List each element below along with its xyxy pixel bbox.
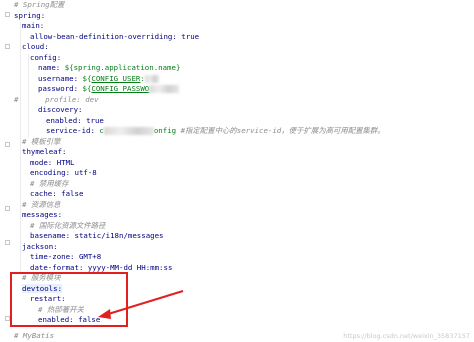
code-line: password: ${CONFIG_PASSWO bbox=[38, 84, 180, 95]
redacted-text bbox=[144, 74, 159, 83]
yaml-key: password: bbox=[38, 84, 79, 93]
yaml-key: jackson: bbox=[22, 241, 58, 251]
env-variable-link[interactable]: CONFIG_USER bbox=[91, 74, 140, 83]
comment: # MyBatis bbox=[14, 331, 55, 340]
yaml-key: time-zone: bbox=[30, 252, 75, 261]
fold-marker[interactable] bbox=[5, 206, 10, 211]
code-line: name: ${spring.application.name} bbox=[38, 63, 180, 74]
comment: # 资源信息 bbox=[22, 199, 61, 209]
code-line: main: bbox=[22, 21, 44, 32]
comment: # profile: dev bbox=[14, 94, 99, 104]
code-line: # 国际化资源文件路径 bbox=[30, 221, 105, 232]
yaml-value: true bbox=[86, 115, 104, 125]
watermark: https://blog.csdn.net/weixin_35837157 bbox=[343, 332, 470, 340]
code-line: thymeleaf: bbox=[22, 147, 67, 158]
comment: # 禁用缓存 bbox=[30, 178, 69, 188]
yaml-key: cloud: bbox=[22, 42, 49, 51]
yaml-value: GMT+8 bbox=[78, 252, 102, 261]
yaml-key: name: bbox=[38, 63, 61, 72]
yaml-key: thymeleaf: bbox=[22, 147, 67, 156]
comment: #指定配置中心的service-id，便于扩展为高可用配置集群。 bbox=[180, 126, 385, 135]
yaml-value: onfig bbox=[153, 126, 177, 135]
code-line: jackson: bbox=[22, 242, 58, 253]
fold-marker[interactable] bbox=[5, 44, 10, 49]
code-line: cloud: bbox=[22, 42, 49, 53]
yaml-key: basename: bbox=[30, 231, 71, 240]
yaml-key: messages: bbox=[22, 210, 63, 219]
code-line: username: ${CONFIG_USER: bbox=[38, 74, 159, 85]
code-line: # profile: dev bbox=[14, 95, 99, 106]
yaml-key: mode: bbox=[30, 157, 53, 167]
yaml-key: main: bbox=[22, 21, 45, 30]
code-line: allow-bean-definition-overriding: true bbox=[30, 32, 199, 43]
redacted-text bbox=[103, 127, 154, 135]
code-line: discovery: bbox=[38, 105, 83, 116]
yaml-key: enabled: bbox=[46, 115, 82, 125]
code-line: # MyBatis bbox=[14, 331, 54, 342]
yaml-key: service-id: bbox=[46, 126, 95, 135]
code-line: encoding: utf-8 bbox=[30, 168, 97, 179]
yaml-value: ${spring.application.name} bbox=[64, 63, 181, 72]
highlight-box bbox=[10, 272, 128, 327]
yaml-value: HTML bbox=[56, 157, 75, 167]
code-line: spring: bbox=[14, 11, 45, 22]
yaml-value: false bbox=[61, 189, 84, 198]
comment: # 模板引擎 bbox=[22, 136, 61, 146]
yaml-key: cache: bbox=[30, 189, 57, 198]
code-line: time-zone: GMT+8 bbox=[30, 252, 101, 263]
yaml-key: date-format: bbox=[30, 262, 84, 272]
code-line: cache: false bbox=[30, 189, 83, 200]
code-line: # 禁用缓存 bbox=[30, 179, 68, 190]
code-line: enabled: true bbox=[46, 116, 104, 127]
code-line: # Spring配置 bbox=[14, 0, 64, 11]
code-line: mode: HTML bbox=[30, 158, 75, 169]
yaml-key: spring: bbox=[14, 10, 46, 20]
fold-marker[interactable] bbox=[5, 240, 10, 245]
fold-marker[interactable] bbox=[5, 142, 10, 147]
comment: # 国际化资源文件路径 bbox=[30, 220, 106, 230]
yaml-key: discovery: bbox=[38, 105, 83, 114]
code-line: basename: static/i18n/messages bbox=[30, 231, 164, 242]
yaml-value: yyyy-MM-dd HH:mm:ss bbox=[87, 262, 173, 272]
code-line: service-id: c onfig #指定配置中心的service-id，便于… bbox=[46, 126, 385, 137]
redacted-text bbox=[149, 85, 180, 93]
code-line: # 模板引擎 bbox=[22, 137, 60, 148]
yaml-key: allow-bean-definition-overriding: bbox=[30, 31, 177, 41]
code-line: messages: bbox=[22, 210, 62, 221]
yaml-value: utf-8 bbox=[74, 168, 97, 177]
yaml-key: config: bbox=[30, 52, 62, 62]
fold-marker[interactable] bbox=[5, 12, 10, 17]
yaml-value: true bbox=[181, 31, 200, 41]
comment: # Spring配置 bbox=[14, 0, 65, 9]
code-line: config: bbox=[30, 53, 61, 64]
code-line: # 资源信息 bbox=[22, 200, 60, 211]
env-variable-link[interactable]: CONFIG_PASSWO bbox=[91, 84, 149, 93]
yaml-key: username: bbox=[38, 73, 79, 83]
yaml-value: static/i18n/messages bbox=[74, 231, 164, 240]
yaml-key: encoding: bbox=[30, 168, 71, 177]
